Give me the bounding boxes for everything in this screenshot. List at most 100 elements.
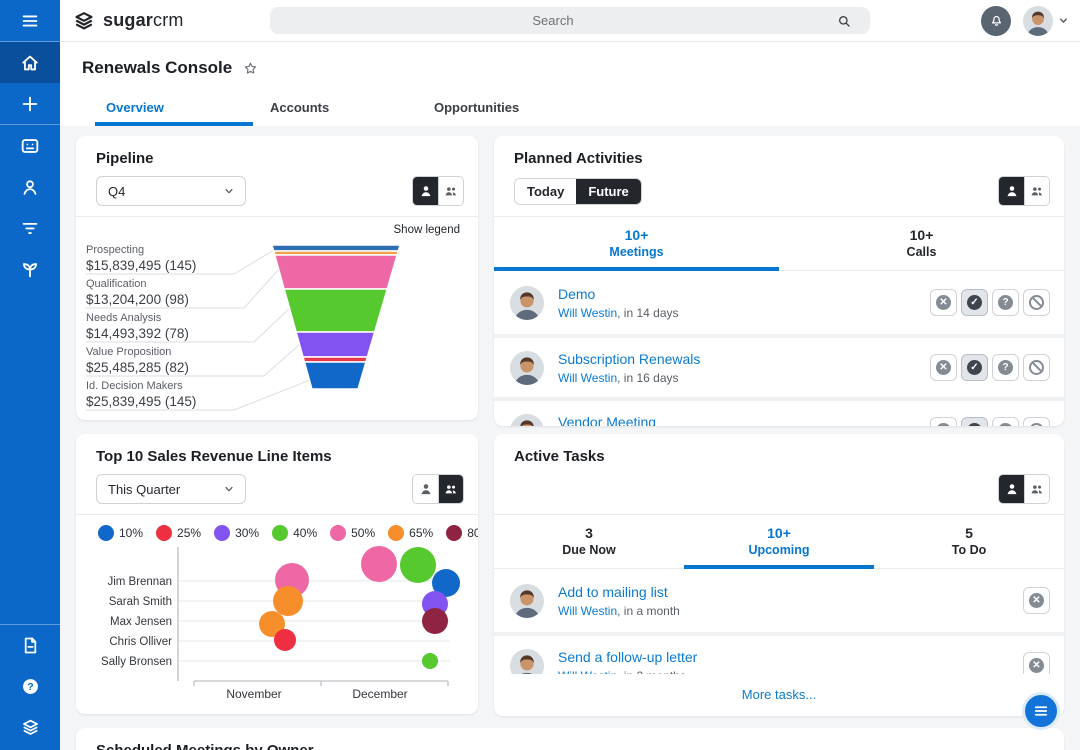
planned-activities-card: Planned Activities TodayFuture 10+Meetin… [494,136,1064,426]
pipeline-user-view-button[interactable] [413,177,438,205]
ban-action-button[interactable] [1023,354,1050,381]
row-actions: ✕ [1023,587,1050,614]
svg-text:December: December [352,687,407,701]
pipeline-period-select[interactable]: Q4 [96,176,246,206]
sales-revenue-period-select[interactable]: This Quarter [96,474,246,504]
planned-activities-user-view-button[interactable] [999,177,1024,205]
search-input[interactable] [270,13,836,28]
sugarcrm-logo[interactable]: sugarcrm [72,9,184,33]
notifications-button[interactable] [981,6,1011,36]
legend-dot [388,525,404,541]
console-content: Renewals Console OverviewAccountsOpportu… [60,42,1080,750]
tab-opportunities[interactable]: Opportunities [434,100,598,126]
owner-link[interactable]: Will Westin [558,306,617,320]
user-menu[interactable] [1023,6,1070,36]
row-actions: ✕ ✓? [930,289,1050,316]
check-action-button[interactable]: ✓ [961,289,988,316]
legend-item-65%[interactable]: 65% [388,525,433,541]
favorite-star-icon[interactable] [242,60,259,77]
tasks-tab-upcoming[interactable]: 10+Upcoming [684,515,874,568]
tab-accounts[interactable]: Accounts [270,100,434,126]
tab-overview[interactable]: Overview [106,100,270,126]
funnel-segment-5[interactable] [303,357,367,362]
close-icon: ✕ [936,295,951,310]
funnel-segment-4[interactable] [296,332,374,357]
question-action-button[interactable]: ? [992,354,1019,381]
svg-text:Chris Olliver: Chris Olliver [109,636,172,648]
meeting-item-title[interactable]: Subscription Renewals [558,350,930,369]
legend-item-10%[interactable]: 10% [98,525,143,541]
floating-menu-button[interactable] [1022,692,1060,730]
funnel-segment-0[interactable] [272,245,400,251]
sidebar-item-module[interactable] [0,125,60,166]
pipeline-card: Pipeline Q4 Show legend Prospecting$15,8… [76,136,478,420]
tasks-tab-due-now[interactable]: 3Due Now [494,515,684,568]
planned-tab-calls[interactable]: 10+Calls [779,217,1064,270]
sales-revenue-group-view-button[interactable] [438,475,463,503]
sidebar-item-plus[interactable] [0,83,60,124]
meeting-item-title[interactable]: Demo [558,285,930,304]
task-item-title[interactable]: Send a follow-up letter [558,648,1023,667]
search-icon[interactable] [836,13,861,29]
funnel-segment-3[interactable] [284,289,387,332]
meeting-item-title[interactable]: Vendor Meeting [558,413,930,427]
bubble-sarah-smith[interactable] [273,586,303,616]
close-action-button[interactable]: ✕ [930,354,957,381]
pipeline-card-title: Pipeline [76,136,478,167]
legend-item-30%[interactable]: 30% [214,525,259,541]
pipeline-group-view-button[interactable] [438,177,463,205]
active-tasks-group-view-button[interactable] [1024,475,1049,503]
svg-text:Sarah Smith: Sarah Smith [109,596,172,608]
sidebar-item-menu[interactable] [0,0,60,41]
tasks-tab-to-do[interactable]: 5To Do [874,515,1064,568]
question-action-button[interactable]: ? [992,417,1019,426]
toggle-today[interactable]: Today [515,179,576,204]
active-tasks-title: Active Tasks [494,434,1064,465]
owner-link[interactable]: Will Westin [558,371,617,385]
sidebar-item-document[interactable] [0,625,60,666]
bubble-chris-olliver[interactable] [274,629,296,651]
legend-item-50%[interactable]: 50% [330,525,375,541]
sidebar-item-sprout[interactable] [0,248,60,289]
funnel-segment-2[interactable] [275,255,397,289]
bubble-jim-brennan[interactable] [361,546,397,582]
check-action-button[interactable]: ✓ [961,354,988,381]
owner-link[interactable]: Will Westin [558,604,617,618]
sidebar-item-filter[interactable] [0,207,60,248]
sidebar-item-layers[interactable] [0,707,60,748]
active-tasks-user-view-button[interactable] [999,475,1024,503]
question-action-button[interactable]: ? [992,289,1019,316]
sales-revenue-view-toggle [412,474,464,504]
svg-text:?: ? [27,681,33,693]
legend-item-80%[interactable]: 80% [446,525,478,541]
close-action-button[interactable]: ✕ [930,417,957,426]
module-icon [19,135,41,157]
check-action-button[interactable]: ✓ [961,417,988,426]
sidebar-item-contacts[interactable] [0,166,60,207]
more-tasks-link[interactable]: More tasks... [494,674,1064,716]
legend-item-40%[interactable]: 40% [272,525,317,541]
ban-action-button[interactable] [1023,417,1050,426]
bubble-jim-brennan[interactable] [400,547,436,583]
close-action-button[interactable]: ✕ [930,289,957,316]
close-action-button[interactable]: ✕ [1023,587,1050,614]
bubble-max-jensen[interactable] [422,608,448,634]
task-item-title[interactable]: Add to mailing list [558,583,1023,602]
funnel-stage-label: Id. Decision Makers$25,839,495 (145) [86,380,276,410]
show-legend-link[interactable]: Show legend [76,217,478,236]
legend-item-25%[interactable]: 25% [156,525,201,541]
funnel-segment-6[interactable] [305,362,366,389]
sprout-icon [19,258,41,280]
bubble-sally-bronsen[interactable] [422,653,438,669]
planned-tab-meetings[interactable]: 10+Meetings [494,217,779,270]
ban-action-button[interactable] [1023,289,1050,316]
toggle-future[interactable]: Future [576,179,640,204]
sales-revenue-user-view-button[interactable] [413,475,438,503]
meeting-item-subtext: Will Westin, in 14 days [558,305,930,321]
avatar [1023,6,1053,36]
sidebar-item-help[interactable]: ? [0,666,60,707]
main-sidebar: ? [0,0,60,750]
svg-text:November: November [226,687,281,701]
sidebar-item-home[interactable] [0,42,60,83]
planned-activities-group-view-button[interactable] [1024,177,1049,205]
